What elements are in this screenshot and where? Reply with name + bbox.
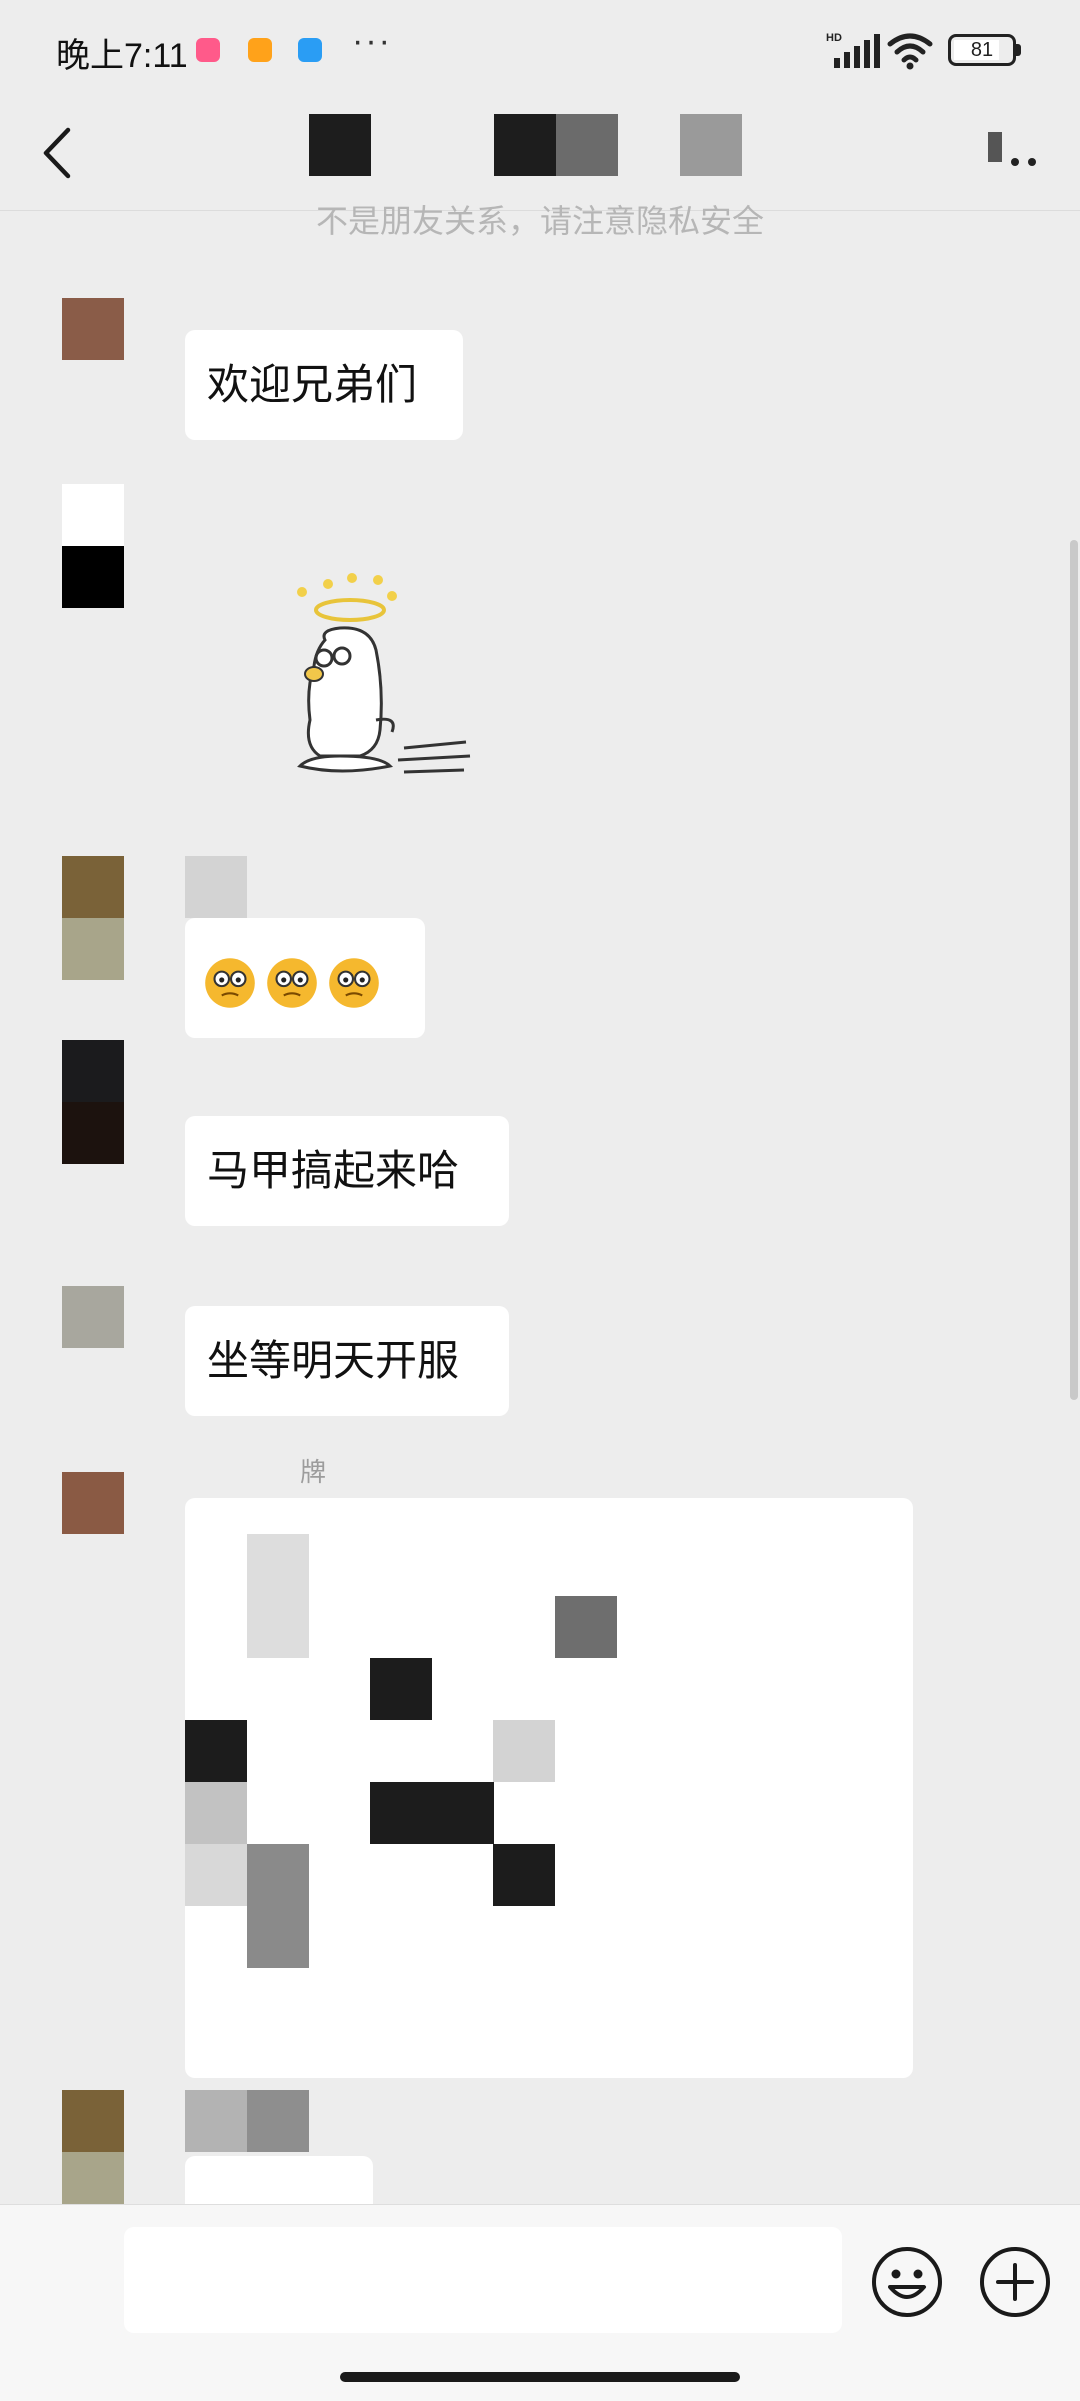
- message-input[interactable]: [124, 2227, 842, 2333]
- avatar[interactable]: [62, 1286, 124, 1348]
- network-type-label: HD: [826, 32, 842, 44]
- status-time: 晚上7:11: [56, 37, 188, 75]
- chat-title-mosaic: [494, 114, 556, 176]
- battery-icon: 81: [948, 34, 1016, 66]
- sender-name: 牌: [300, 1457, 327, 1487]
- card-mosaic-cell: [247, 1844, 309, 1968]
- card-mosaic-cell: [555, 1596, 617, 1658]
- battery-level: 81: [970, 39, 994, 61]
- status-more-icon: ···: [352, 22, 392, 60]
- privacy-notice: 不是朋友关系，请注意隐私安全: [315, 203, 764, 239]
- battery-nub: [1016, 44, 1021, 56]
- plus-circle-icon[interactable]: [978, 2245, 1052, 2319]
- message-bubble[interactable]: 坐等明天开服: [185, 1306, 509, 1416]
- more-options-button[interactable]: [980, 116, 1050, 186]
- card-mosaic-cell: [370, 1782, 494, 1844]
- avatar[interactable]: [62, 484, 124, 608]
- card-mosaic-cell: [185, 1844, 247, 1906]
- back-button[interactable]: [28, 118, 88, 188]
- home-indicator[interactable]: [340, 2372, 740, 2382]
- message-bubble[interactable]: 欢迎兄弟们: [185, 330, 463, 440]
- card-mosaic-cell: [185, 1720, 247, 1782]
- emoji-face-icon: [205, 958, 255, 1008]
- app-notification-icon: [298, 38, 322, 62]
- card-mosaic-cell: [493, 1720, 555, 1782]
- card-mosaic-cell: [185, 1782, 247, 1844]
- status-bar: 晚上7:11 ··· HD 81: [0, 0, 1080, 96]
- emoji-face-icon: [267, 958, 317, 1008]
- chat-title-mosaic: [309, 114, 371, 176]
- wifi-icon: [887, 33, 933, 70]
- sticker-image[interactable]: [280, 570, 480, 800]
- chat-title-mosaic: [680, 114, 742, 176]
- chat-header: [0, 96, 1080, 211]
- emoji-message-bubble[interactable]: [185, 918, 425, 1038]
- sender-name-mosaic: [185, 856, 247, 918]
- sender-name-mosaic: [185, 2090, 309, 2152]
- avatar[interactable]: [62, 2090, 124, 2214]
- card-mosaic-cell: [370, 1658, 432, 1720]
- avatar[interactable]: [62, 856, 124, 980]
- card-mosaic-cell: [247, 1534, 309, 1658]
- avatar[interactable]: [62, 1472, 124, 1534]
- emoji-face-icon: [329, 958, 379, 1008]
- chat-title-mosaic: [556, 114, 618, 176]
- message-bubble[interactable]: 马甲搞起来哈: [185, 1116, 509, 1226]
- avatar[interactable]: [62, 298, 124, 360]
- avatar[interactable]: [62, 1040, 124, 1164]
- app-notification-icon: [248, 38, 272, 62]
- app-notification-icon: [196, 38, 220, 62]
- shared-card[interactable]: [185, 1498, 913, 2078]
- smiley-icon[interactable]: [870, 2245, 944, 2319]
- card-mosaic-cell: [493, 1844, 555, 1906]
- signal-icon: HD: [826, 32, 880, 68]
- chat-scrollbar[interactable]: [1070, 540, 1078, 1400]
